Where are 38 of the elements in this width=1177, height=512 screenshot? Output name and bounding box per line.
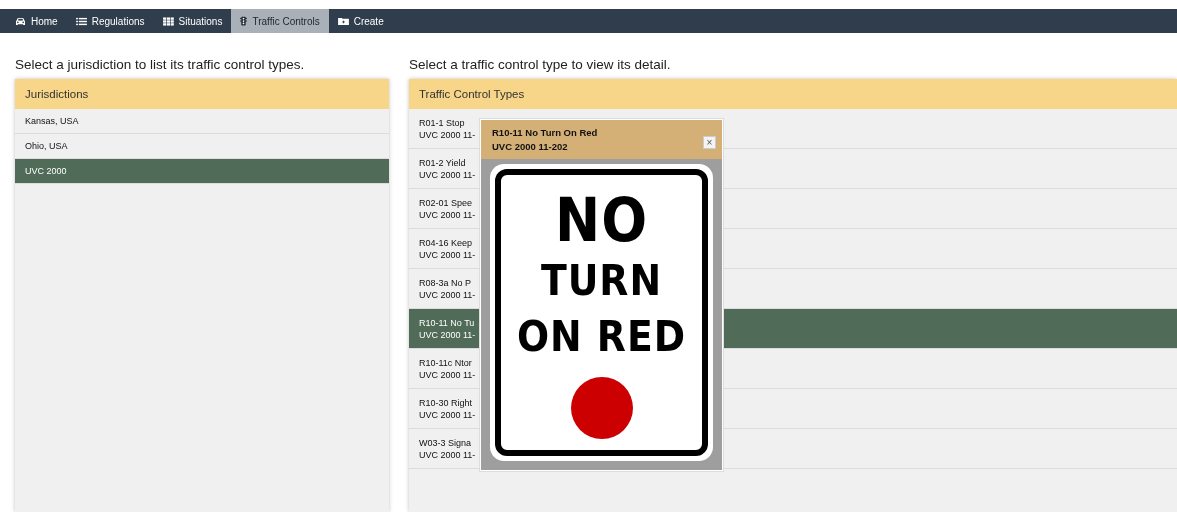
popup-title: R10-11 No Turn On Red	[492, 127, 598, 138]
item-code: UVC 2000 11-	[419, 129, 476, 140]
nav-tab[interactable]: Regulations	[66, 9, 154, 33]
close-button[interactable]: ×	[703, 136, 716, 149]
jurisdiction-item[interactable]: Kansas, USA	[15, 109, 389, 134]
item-title: R01-2 Yield	[419, 157, 466, 168]
item-code: UVC 2000 11-	[419, 369, 476, 380]
item-title: W03-3 Signa	[419, 437, 472, 448]
item-code: UVC 2000 11-	[419, 329, 476, 340]
item-code: UVC 2000 11-	[419, 449, 476, 460]
item-title: R02-01 Spee	[419, 197, 473, 208]
nav-tab[interactable]: Home	[6, 9, 67, 33]
item-title: R10-30 Right	[419, 397, 473, 408]
panel-heading: Traffic Control Types	[409, 79, 1177, 109]
nav-tab[interactable]: Create	[328, 9, 393, 33]
item-title: R10-11 No Tu	[419, 317, 475, 328]
nav-tab[interactable]: Traffic Controls	[231, 9, 329, 33]
item-title: R10-11c Ntor	[419, 357, 472, 368]
nav-tab[interactable]: Situations	[153, 9, 232, 33]
popup-subtitle: UVC 2000 11-202	[492, 141, 569, 152]
car-icon	[15, 16, 26, 26]
folder-plus-icon	[337, 16, 349, 26]
item-code: UVC 2000 11-	[419, 289, 476, 300]
item-code: UVC 2000 11-	[419, 169, 476, 180]
traffic-light-icon	[240, 16, 248, 26]
circle-icon	[570, 377, 633, 439]
panel-heading: Jurisdictions	[15, 79, 389, 109]
item-code: UVC 2000 11-	[419, 409, 476, 420]
jurisdiction-item[interactable]: UVC 2000	[15, 159, 389, 184]
grid-icon	[162, 16, 174, 26]
item-title: R01-1 Stop	[419, 117, 465, 128]
item-code: UVC 2000 11-	[419, 209, 476, 220]
item-code: UVC 2000 11-	[419, 249, 476, 260]
instruction-text: Select a traffic control type to view its detail.	[409, 57, 672, 72]
list-icon	[75, 16, 87, 26]
item-title: R04-16 Keep	[419, 237, 473, 248]
item-title: R08-3a No P	[419, 277, 472, 288]
instruction-text: Select a jurisdiction to list its traffic control types.	[15, 57, 306, 72]
